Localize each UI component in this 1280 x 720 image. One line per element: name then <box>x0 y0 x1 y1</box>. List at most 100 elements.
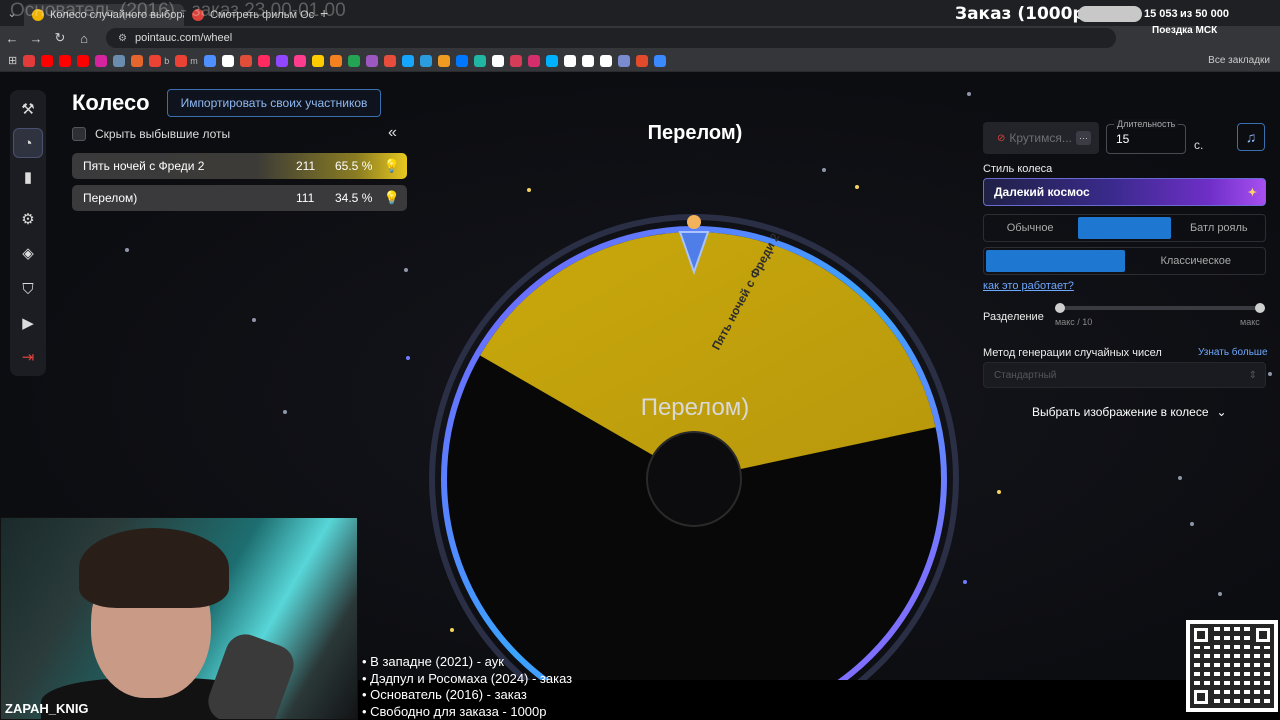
star-decoration <box>252 318 256 322</box>
shield-icon[interactable]: ⛉ <box>13 274 43 304</box>
all-bookmarks-link[interactable]: Все закладки <box>1208 55 1270 66</box>
bookmark-icon[interactable] <box>365 54 378 67</box>
checkbox-label: Скрыть выбывшие лоты <box>95 127 231 141</box>
bookmark-icon[interactable] <box>41 54 54 67</box>
mode-option-normal[interactable]: Обычное <box>984 215 1076 241</box>
bookmark-icon[interactable] <box>311 54 324 67</box>
url-text: pointauc.com/wheel <box>134 32 233 44</box>
star-decoration <box>967 92 971 96</box>
bookmark-icon[interactable] <box>113 54 126 67</box>
stats-icon[interactable]: ▮ <box>13 162 43 192</box>
bookmark-icon[interactable] <box>563 54 576 67</box>
bookmark-icon[interactable] <box>635 54 648 67</box>
bookmark-icon[interactable] <box>437 54 450 67</box>
lot-amount: 211 <box>296 159 316 173</box>
collapse-icon[interactable]: « <box>388 124 397 142</box>
layers-icon[interactable]: ◈ <box>13 238 43 268</box>
auction-icon[interactable]: ⚒ <box>13 94 43 124</box>
view-option-new[interactable]: Новое <box>986 250 1125 272</box>
chevron-down-icon: ⌄ <box>1216 405 1227 419</box>
wheel-icon[interactable]: ◔ <box>13 128 43 158</box>
bookmark-icon[interactable] <box>329 54 342 67</box>
bookmark-icon[interactable] <box>23 54 36 67</box>
star-decoration <box>997 490 1001 494</box>
qr-code <box>1186 620 1278 712</box>
duration-value[interactable]: 15 <box>1116 132 1129 146</box>
lot-name: Пять ночей с Фреди 2 <box>83 159 205 173</box>
wheel-image-select[interactable]: Выбрать изображение в колесе ⌄ <box>1032 405 1227 419</box>
lot-row[interactable]: Пять ночей с Фреди 2 211 65.5 % 💡 <box>72 153 407 179</box>
bookmark-icon[interactable] <box>527 54 540 67</box>
progress-bar <box>1078 6 1142 22</box>
spin-button[interactable]: ⊘ Крутимся... ··· <box>983 122 1099 154</box>
bookmark-label: m <box>190 55 198 66</box>
bookmark-icon[interactable] <box>221 54 234 67</box>
bookmark-icon[interactable] <box>509 54 522 67</box>
bookmarks-bar: ⊞ b m Все закладки <box>0 50 1280 72</box>
how-it-works-link[interactable]: как это работает? <box>983 280 1074 292</box>
sparkle-icon: ✦ <box>1247 186 1257 199</box>
home-icon[interactable]: ⌂ <box>72 31 96 46</box>
back-icon[interactable]: ← <box>0 31 24 46</box>
slider-thumb[interactable] <box>1255 303 1265 313</box>
view-option-classic[interactable]: Классическое <box>1127 248 1266 274</box>
reload-icon[interactable]: ↻ <box>48 30 72 46</box>
bookmark-icon[interactable] <box>293 54 306 67</box>
lightbulb-icon[interactable]: 💡 <box>377 185 407 211</box>
bookmark-icon[interactable] <box>59 54 72 67</box>
bookmark-icon[interactable] <box>149 54 162 67</box>
playlist-icon[interactable]: ▶ <box>13 308 43 338</box>
bookmark-icon[interactable] <box>401 54 414 67</box>
bookmark-icon[interactable] <box>581 54 594 67</box>
bookmark-icon[interactable] <box>599 54 612 67</box>
rng-method-select[interactable]: Стандартный ⇕ <box>983 362 1266 388</box>
slider-min-label: макс / 10 <box>1055 317 1093 327</box>
goal-label: Поездка МСК <box>1152 25 1218 36</box>
site-info-icon[interactable]: ⚙ <box>118 33 127 44</box>
bookmark-icon[interactable] <box>77 54 90 67</box>
bookmark-icon[interactable] <box>383 54 396 67</box>
bookmark-icon[interactable] <box>545 54 558 67</box>
donation-counter: 15 053 <box>1144 8 1178 20</box>
learn-more-link[interactable]: Узнать больше <box>1198 347 1268 358</box>
lightbulb-icon[interactable]: 💡 <box>377 153 407 179</box>
logout-icon[interactable]: ⇥ <box>13 342 43 372</box>
lot-row[interactable]: Перелом) 111 34.5 % 💡 <box>72 185 407 211</box>
bookmark-icon[interactable] <box>491 54 504 67</box>
bookmark-icon[interactable] <box>203 54 216 67</box>
bookmark-icon[interactable] <box>239 54 252 67</box>
star-decoration <box>1190 522 1194 526</box>
no-entry-icon: ⊘ <box>997 132 1006 144</box>
import-participants-button[interactable]: Импортировать своих участников <box>167 89 381 117</box>
bookmark-icon[interactable] <box>275 54 288 67</box>
star-decoration <box>1218 592 1222 596</box>
url-field[interactable]: ⚙ pointauc.com/wheel <box>106 28 1116 48</box>
gear-icon[interactable]: ⚙ <box>13 204 43 234</box>
bookmark-icon[interactable] <box>473 54 486 67</box>
mode-option-battle-royale[interactable]: Батл рояль <box>1173 215 1265 241</box>
bookmark-icon[interactable] <box>617 54 630 67</box>
split-slider[interactable] <box>1055 303 1265 313</box>
bookmark-icon[interactable] <box>95 54 108 67</box>
qr-eye <box>1190 624 1212 646</box>
mode-option-elimination[interactable]: Выбывание <box>1078 217 1171 239</box>
more-icon[interactable]: ··· <box>1075 131 1091 145</box>
order-item: • Основатель (2016) - заказ <box>362 687 527 702</box>
hide-eliminated-toggle[interactable]: Скрыть выбывшие лоты <box>72 127 230 141</box>
chevron-updown-icon: ⇕ <box>1248 369 1257 381</box>
bookmark-icon[interactable] <box>653 54 666 67</box>
wheel-style-select[interactable]: Далекий космос ✦ <box>983 178 1266 206</box>
forward-icon[interactable]: → <box>24 31 48 46</box>
bookmark-icon[interactable] <box>131 54 144 67</box>
bookmark-icon[interactable] <box>175 54 188 67</box>
bookmark-icon[interactable] <box>419 54 432 67</box>
checkbox[interactable] <box>72 127 86 141</box>
slider-thumb[interactable] <box>1055 303 1065 313</box>
bookmark-icon[interactable] <box>257 54 270 67</box>
bookmark-icon[interactable] <box>455 54 468 67</box>
bookmark-icon[interactable] <box>347 54 360 67</box>
apps-icon[interactable]: ⊞ <box>8 54 17 67</box>
music-icon[interactable]: ♫ <box>1237 123 1265 151</box>
mode-selector: Обычное Выбывание Батл рояль <box>983 214 1266 242</box>
wheel-winner-label: Перелом) <box>647 122 743 144</box>
